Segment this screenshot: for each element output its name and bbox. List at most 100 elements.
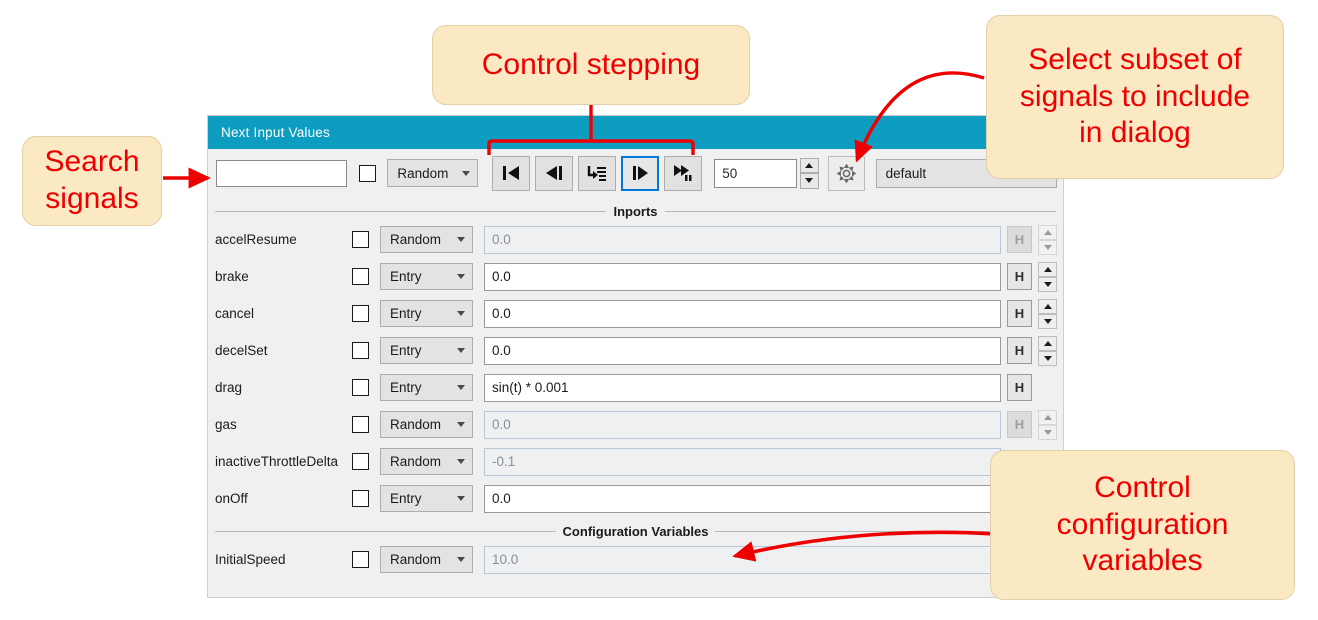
callout-select-subset: Select subset of signals to include in d… <box>986 15 1284 179</box>
inport-value-input[interactable]: -0.1 <box>484 447 1001 476</box>
inport-value-stepper[interactable] <box>1038 224 1057 255</box>
inport-value-increment[interactable] <box>1038 335 1057 351</box>
inport-checkbox[interactable] <box>352 268 369 285</box>
step-count-input[interactable]: 50 <box>714 158 798 188</box>
inport-name: decelSet <box>215 343 268 358</box>
inport-mode-value: Random <box>390 417 442 432</box>
chevron-down-icon <box>457 348 465 353</box>
inport-checkbox[interactable] <box>352 231 369 248</box>
inport-name: gas <box>215 417 237 432</box>
inport-hold-button[interactable]: H <box>1007 226 1032 253</box>
step-count-decrement[interactable] <box>800 173 819 189</box>
callout-search-line1: Search <box>44 145 140 179</box>
inport-mode-dropdown[interactable]: Entry <box>380 337 473 364</box>
inport-mode-dropdown[interactable]: Entry <box>380 485 473 512</box>
callout-config-line2: configuration <box>1056 507 1229 541</box>
inport-row: brake Entry 0.0 H <box>208 258 1063 295</box>
settings-gear-button[interactable] <box>827 155 865 191</box>
global-mode-dropdown[interactable]: Random <box>387 159 479 187</box>
inport-value-increment[interactable] <box>1038 409 1057 425</box>
inport-mode-dropdown[interactable]: Entry <box>380 263 473 290</box>
inport-value-input[interactable]: 0.0 <box>484 410 1001 439</box>
inport-checkbox[interactable] <box>352 416 369 433</box>
step-forward-button[interactable] <box>621 155 660 191</box>
config-variable-value-input[interactable]: 10.0 <box>484 545 1001 574</box>
inport-checkbox[interactable] <box>352 305 369 322</box>
inport-hold-button[interactable]: H <box>1007 263 1032 290</box>
inport-value-increment[interactable] <box>1038 298 1057 314</box>
inport-mode-dropdown[interactable]: Entry <box>380 300 473 327</box>
chevron-down-icon <box>457 459 465 464</box>
step-count-increment[interactable] <box>800 157 819 173</box>
arrow-down-icon <box>1043 429 1052 435</box>
inport-value-input[interactable]: 0.0 <box>484 484 1001 513</box>
inport-checkbox[interactable] <box>352 490 369 507</box>
inport-value-decrement[interactable] <box>1038 276 1057 292</box>
callout-control-config-variables: Control configuration variables <box>990 450 1295 600</box>
inport-value-input[interactable]: 0.0 <box>484 225 1001 254</box>
step-into-button[interactable] <box>578 155 617 191</box>
inport-hold-button[interactable]: H <box>1007 300 1032 327</box>
config-variable-row: InitialSpeed Random 10.0 <box>208 541 1063 578</box>
inport-value-decrement[interactable] <box>1038 424 1057 440</box>
inport-mode-dropdown[interactable]: Random <box>380 448 473 475</box>
callout-step-text: Control stepping <box>481 47 701 81</box>
chevron-down-icon <box>457 274 465 279</box>
step-to-start-button[interactable] <box>492 155 531 191</box>
step-count-stepper[interactable] <box>800 157 819 189</box>
inport-name: drag <box>215 380 243 395</box>
inport-value-text: 0.0 <box>492 269 511 284</box>
inport-value-increment[interactable] <box>1038 224 1057 240</box>
inport-value-text: 0.0 <box>492 343 511 358</box>
step-into-icon <box>588 166 607 181</box>
step-back-button[interactable] <box>535 155 574 191</box>
inport-mode-dropdown[interactable]: Entry <box>380 374 473 401</box>
dialog-titlebar: Next Input Values <box>208 116 1063 149</box>
arrow-down-icon <box>1043 318 1052 324</box>
search-input[interactable] <box>216 159 348 187</box>
step-back-icon <box>546 166 563 180</box>
step-to-start-icon <box>503 166 520 180</box>
inport-value-stepper[interactable] <box>1038 298 1057 329</box>
section-label-inports: Inports <box>613 203 658 219</box>
inport-checkbox[interactable] <box>352 453 369 470</box>
global-mode-value: Random <box>397 165 449 181</box>
inport-value-input[interactable]: 0.0 <box>484 262 1001 291</box>
inport-mode-dropdown[interactable]: Random <box>380 411 473 438</box>
inport-value-stepper[interactable] <box>1038 261 1057 292</box>
inport-value-input[interactable]: 0.0 <box>484 299 1001 328</box>
inport-value-stepper[interactable] <box>1038 335 1057 366</box>
chevron-down-icon <box>457 385 465 390</box>
divider-left <box>215 210 607 212</box>
inport-mode-value: Entry <box>390 343 422 358</box>
config-variable-checkbox[interactable] <box>352 551 369 568</box>
inport-value-decrement[interactable] <box>1038 313 1057 329</box>
inport-checkbox[interactable] <box>352 342 369 359</box>
inport-name: cancel <box>215 306 255 321</box>
inport-row-list: accelResume Random 0.0 Hbrake Entry 0.0 Hcance… <box>208 221 1063 517</box>
inport-value-input[interactable]: 0.0 <box>484 336 1001 365</box>
divider-right <box>664 210 1056 212</box>
config-variable-mode-dropdown[interactable]: Random <box>380 546 473 573</box>
inport-mode-dropdown[interactable]: Random <box>380 226 473 253</box>
run-to-pause-button[interactable] <box>664 155 703 191</box>
inport-hold-button[interactable]: H <box>1007 411 1032 438</box>
arrow-up-icon <box>805 162 814 168</box>
inport-mode-value: Entry <box>390 491 422 506</box>
arrow-down-icon <box>1043 355 1052 361</box>
inport-hold-button[interactable]: H <box>1007 374 1032 401</box>
inport-value-input[interactable]: sin(t) * 0.001 <box>484 373 1001 402</box>
inport-hold-button[interactable]: H <box>1007 337 1032 364</box>
stepping-button-group <box>492 155 703 191</box>
inport-value-stepper[interactable] <box>1038 409 1057 440</box>
inport-value-increment[interactable] <box>1038 261 1057 277</box>
chevron-down-icon <box>457 311 465 316</box>
arrow-up-icon <box>1043 340 1052 346</box>
callout-control-stepping: Control stepping <box>432 25 750 105</box>
inport-checkbox[interactable] <box>352 379 369 396</box>
inport-value-decrement[interactable] <box>1038 350 1057 366</box>
inport-value-decrement[interactable] <box>1038 239 1057 255</box>
select-all-checkbox[interactable] <box>359 164 377 182</box>
inport-mode-value: Entry <box>390 380 422 395</box>
callout-subset-line1: Select subset of <box>1028 43 1242 77</box>
